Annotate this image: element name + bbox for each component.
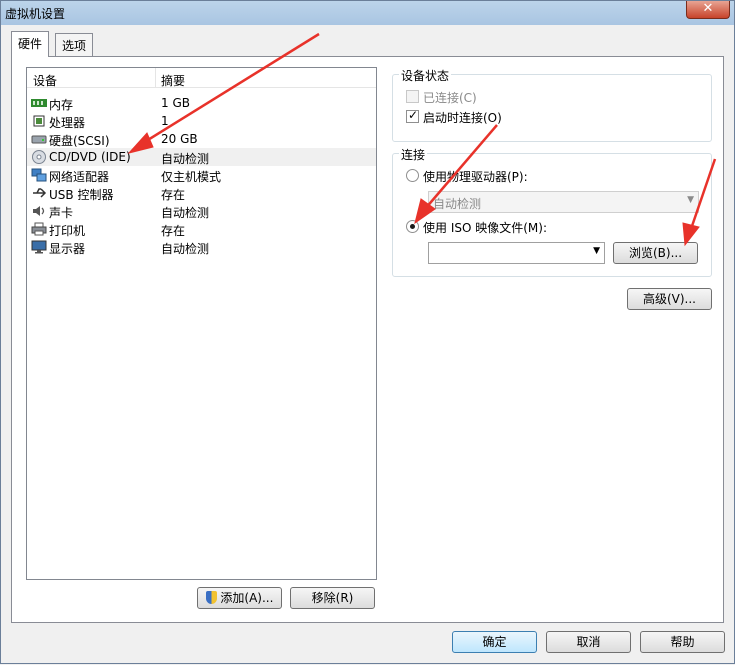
connected-checkbox[interactable] (406, 90, 419, 103)
ok-button[interactable]: 确定 (452, 631, 537, 653)
radio-selected-dot (410, 224, 415, 229)
device-name: 硬盘(SCSI) (49, 134, 110, 148)
device-row-usb[interactable]: USB 控制器 存在 (27, 184, 376, 202)
device-row-network[interactable]: 网络适配器 仅主机模式 (27, 166, 376, 184)
chevron-down-icon: ▼ (593, 246, 600, 256)
hardware-panel: 设备 摘要 内存 1 GB 处理器 1 硬盘(SCSI) 20 GB CD/DV… (11, 56, 724, 623)
device-name: 打印机 (49, 224, 86, 238)
column-device[interactable]: 设备 (33, 72, 57, 89)
device-row-memory[interactable]: 内存 1 GB (27, 94, 376, 112)
device-summary: 存在 (161, 224, 186, 238)
device-name: 内存 (49, 98, 74, 112)
connected-label: 已连接(C) (423, 91, 477, 105)
device-name: 处理器 (49, 116, 86, 130)
device-row-hard-disk[interactable]: 硬盘(SCSI) 20 GB (27, 130, 376, 148)
device-summary: 1 GB (161, 96, 190, 110)
device-row-cd-dvd[interactable]: CD/DVD (IDE) 自动检测 (27, 148, 376, 166)
tab-options[interactable]: 选项 (55, 33, 94, 56)
device-status-title: 设备状态 (399, 67, 452, 84)
cancel-button[interactable]: 取消 (546, 631, 631, 653)
cd-dvd-icon (32, 150, 46, 164)
network-adapter-icon (31, 168, 47, 182)
device-summary: 自动检测 (161, 206, 210, 220)
memory-icon (31, 99, 47, 107)
tab-hardware[interactable]: 硬件 (11, 31, 50, 57)
remove-device-button[interactable]: 移除(R) (290, 587, 375, 609)
physical-drive-label: 使用物理驱动器(P): (423, 170, 528, 184)
device-row-processor[interactable]: 处理器 1 (27, 112, 376, 130)
sound-card-icon (33, 206, 45, 216)
device-status-group: 设备状态 已连接(C) ✓ 启动时连接(O) (392, 67, 712, 142)
advanced-button[interactable]: 高级(V)... (627, 288, 712, 310)
window-title: 虚拟机设置 (5, 7, 66, 21)
iso-file-path-input[interactable]: ▼ (428, 242, 605, 264)
list-header: 设备 摘要 (27, 68, 376, 88)
device-summary: 存在 (161, 188, 186, 202)
physical-drive-value: 自动检测 (433, 197, 482, 211)
device-name: 声卡 (49, 206, 74, 220)
add-device-label: 添加(A)... (220, 591, 274, 605)
close-button[interactable]: ✕ (686, 1, 730, 19)
device-name: 网络适配器 (49, 170, 110, 184)
hard-disk-icon (31, 135, 47, 144)
physical-drive-radio[interactable] (406, 169, 419, 182)
shield-icon (205, 591, 217, 604)
checkmark-icon: ✓ (408, 108, 419, 122)
device-summary: 20 GB (161, 132, 198, 146)
device-summary: 1 (161, 114, 169, 128)
usb-icon (33, 188, 47, 198)
device-list: 设备 摘要 内存 1 GB 处理器 1 硬盘(SCSI) 20 GB CD/DV… (26, 67, 377, 580)
device-name: 显示器 (49, 242, 86, 256)
device-row-printer[interactable]: 打印机 存在 (27, 220, 376, 238)
help-button[interactable]: 帮助 (640, 631, 725, 653)
device-name: CD/DVD (IDE) (49, 150, 131, 164)
connect-at-power-on-checkbox[interactable]: ✓ (406, 108, 419, 123)
device-name: USB 控制器 (49, 188, 114, 202)
iso-file-radio[interactable] (406, 220, 419, 233)
browse-button[interactable]: 浏览(B)... (613, 242, 698, 264)
column-summary[interactable]: 摘要 (161, 72, 185, 89)
tab-hardware-label: 硬件 (18, 37, 43, 51)
device-summary: 仅主机模式 (161, 170, 222, 184)
device-row-display[interactable]: 显示器 自动检测 (27, 238, 376, 256)
device-summary: 自动检测 (161, 242, 210, 256)
physical-drive-select[interactable]: 自动检测 ▼ (428, 191, 699, 213)
column-divider[interactable] (155, 68, 156, 88)
connection-title: 连接 (399, 146, 428, 163)
chevron-down-icon: ▼ (687, 195, 694, 205)
add-device-button[interactable]: 添加(A)... (197, 587, 282, 609)
processor-icon (33, 115, 45, 127)
connection-group: 连接 使用物理驱动器(P): 自动检测 ▼ 使用 ISO 映像文件(M): ▼ … (392, 146, 712, 277)
vm-settings-window: 虚拟机设置 ✕ 硬件 选项 设备 摘要 内存 1 GB 处理器 1 硬盘(SCS… (0, 0, 735, 664)
connect-at-power-on-label: 启动时连接(O) (423, 111, 502, 125)
device-row-sound[interactable]: 声卡 自动检测 (27, 202, 376, 220)
display-icon (31, 240, 47, 254)
iso-file-label: 使用 ISO 映像文件(M): (423, 221, 547, 235)
tab-options-label: 选项 (62, 39, 87, 53)
title-bar[interactable]: 虚拟机设置 ✕ (1, 1, 734, 25)
printer-icon (31, 222, 47, 236)
device-summary: 自动检测 (161, 152, 210, 166)
